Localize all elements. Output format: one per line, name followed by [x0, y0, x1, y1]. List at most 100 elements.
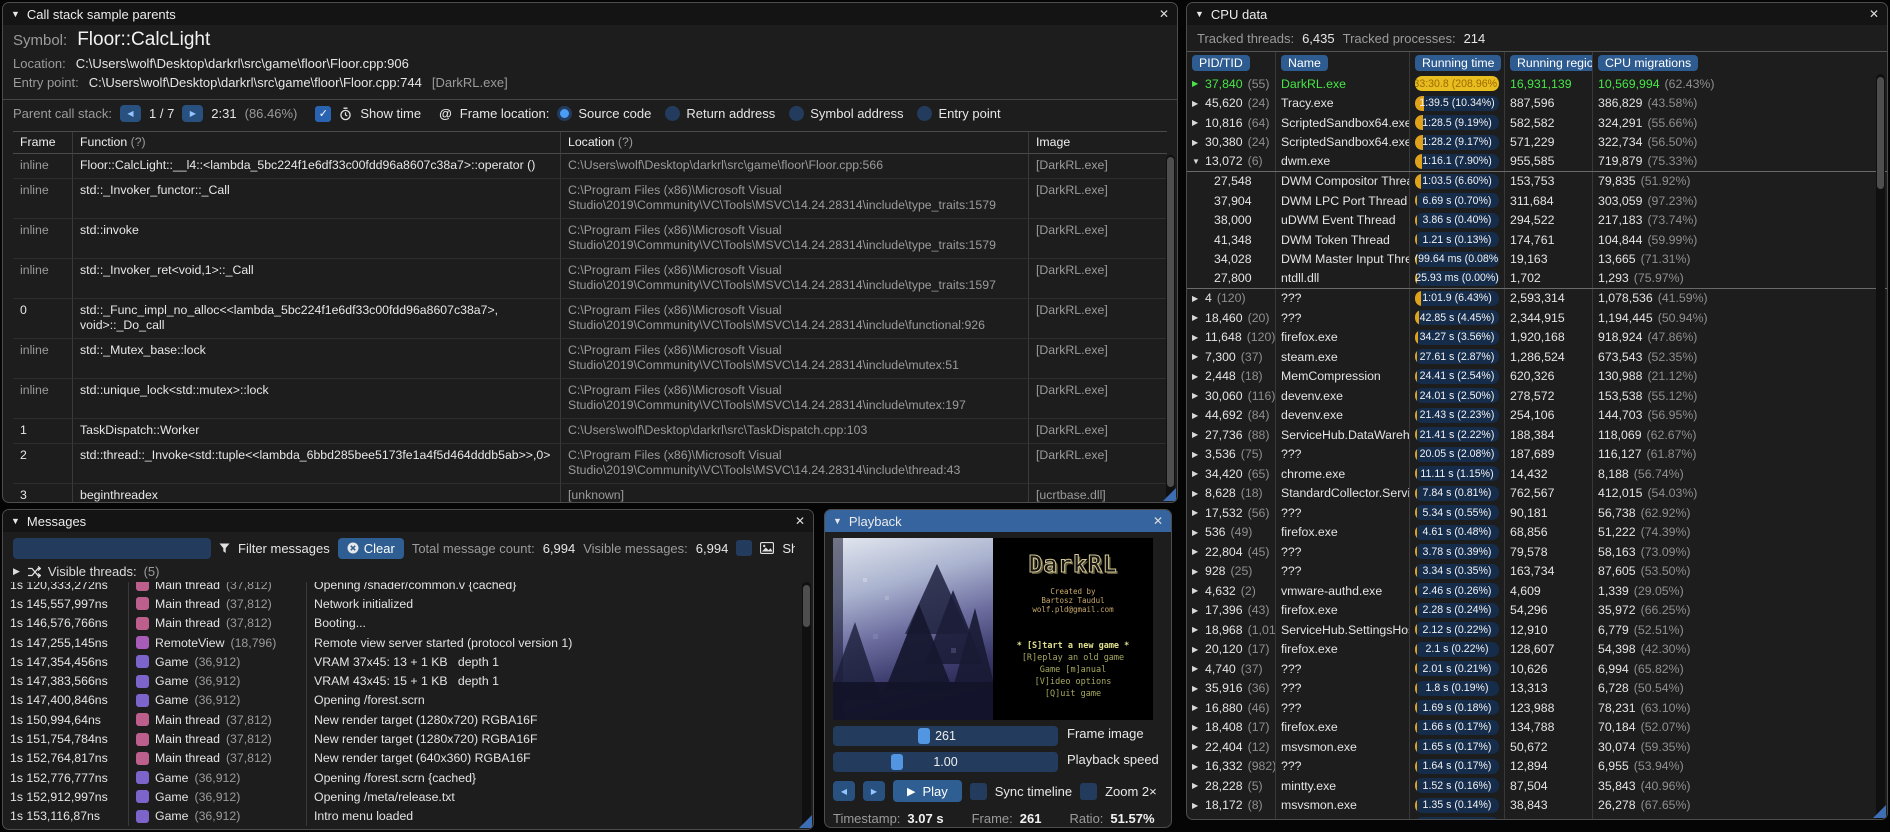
expand-arrow-icon[interactable]: ▶ [1192, 79, 1205, 88]
collapse-icon[interactable]: ▼ [1195, 9, 1204, 19]
expand-arrow-icon[interactable]: ▶ [1192, 723, 1205, 732]
callstack-frame-row[interactable]: 0 std::_Func_impl_no_alloc<<lambda_5bc224… [13, 299, 1167, 339]
cpu-row[interactable]: ▶ 928 (25)??? 3.34 s (0.35%) 163,734 87,605 (5… [1187, 561, 1887, 581]
expand-arrow-icon[interactable]: ▶ [1192, 352, 1205, 361]
cpu-row[interactable]: ▼ 13,072 (6) dwm.exe 1:16.1 (7.90%) 955,585 71… [1187, 152, 1887, 172]
next-frame-button[interactable]: ▶ [863, 781, 885, 801]
cpu-row[interactable]: ▶ 22,804 (45)??? 3.78 s (0.39%) 79,578 58,163… [1187, 542, 1887, 562]
sync-timeline-checkbox[interactable] [969, 782, 987, 800]
resize-grip[interactable] [1873, 805, 1886, 818]
column-header-function[interactable]: Function (?) [73, 132, 561, 154]
callstack-frame-row[interactable]: inline std::_Invoker_functor::_Call C:\Pro… [13, 179, 1167, 219]
column-header-frame[interactable]: Frame [13, 132, 73, 154]
message-row[interactable]: 1s 147,383,566ns Game (36,912) VRAM 43x45: … [3, 671, 813, 691]
cpu-row[interactable]: ▶ 37,840 (55) DarkRL.exe 33:30.8 (208.96%) 16… [1187, 74, 1887, 94]
expand-arrow-icon[interactable]: ▶ [1192, 703, 1205, 712]
callstack-frame-row[interactable]: 1 TaskDispatch::Worker C:\Users\wolf\Deskt… [13, 419, 1167, 444]
filter-input[interactable] [13, 537, 211, 559]
callstack-scrollbar[interactable] [1166, 155, 1175, 499]
cpu-row[interactable]: ▶ 3,536 (75)??? 20.05 s (2.08%) 187,689 116,1… [1187, 444, 1887, 464]
cpu-row[interactable]: ▶ 18,460 (20)??? 42.85 s (4.45%) 2,344,915 1,… [1187, 308, 1887, 328]
cpu-row[interactable]: ▶ 17,532 (56)??? 5.34 s (0.55%) 90,181 56,738… [1187, 503, 1887, 523]
cpu-row[interactable]: ▶ 4,632 (2) vmware-authd.exe 2.46 s (0.26%) 4… [1187, 581, 1887, 601]
expand-arrow-icon[interactable]: ▶ [1192, 294, 1205, 303]
message-row[interactable]: 1s 150,994,64ns Main thread (37,812) New re… [3, 710, 813, 730]
cpu-row[interactable]: ▶ 44,692 (84) devenv.exe 21.43 s (2.23%) 254,… [1187, 405, 1887, 425]
close-icon[interactable]: ✕ [1869, 7, 1879, 21]
next-callstack-button[interactable]: ▶ [182, 105, 204, 122]
cpu-row[interactable]: ▶ 34,420 (65) chrome.exe 11.11 s (1.15%) 14,4… [1187, 464, 1887, 484]
cpu-row[interactable]: ▶ 30,060 (116) devenv.exe 24.01 s (2.50%) 278… [1187, 386, 1887, 406]
cpu-row[interactable]: ▶18,968 (1,018) ServiceHub.SettingsHost.ex… [1187, 620, 1887, 640]
expand-arrow-icon[interactable]: ▶ [1192, 567, 1205, 576]
expand-arrow-icon[interactable]: ▶ [1192, 547, 1205, 556]
callstack-frame-row[interactable]: inline Floor::CalcLight::__l4::<lambda_5b… [13, 154, 1167, 179]
expand-arrow-icon[interactable]: ▶ [1192, 313, 1205, 322]
cpu-row[interactable]: ▶ 10,816 (64) ScriptedSandbox64.exe 1:28.5 (… [1187, 113, 1887, 133]
message-row[interactable]: 1s 147,400,846ns Game (36,912) Opening /for… [3, 690, 813, 711]
expand-arrow-icon[interactable]: ▶ [1192, 333, 1205, 342]
frame-location-radio-return-address[interactable]: Return address [665, 106, 775, 121]
message-row[interactable]: 1s 152,764,817ns Main thread (37,812) New r… [3, 748, 813, 768]
clear-button[interactable]: Clear [337, 537, 404, 559]
cpu-row[interactable]: ▶ 16,332 (982)??? 1.64 s (0.17%) 12,894 6,955… [1187, 756, 1887, 776]
expand-arrow-icon[interactable]: ▶ [1192, 411, 1205, 420]
cpu-row[interactable]: 37,904 DWM LPC Port Thread 6.69 s (0.70%) 3… [1187, 191, 1887, 211]
cpu-row[interactable]: ▶ 30,380 (24) ScriptedSandbox64.exe 1:28.2 (… [1187, 132, 1887, 152]
message-row[interactable]: 1s 146,576,766ns Main thread (37,812) Booti… [3, 613, 813, 633]
callstack-frame-row[interactable]: 2 std::thread::_Invoke<std::tuple<<lambda… [13, 444, 1167, 484]
callstack-frame-row[interactable]: inline std::_Mutex_base::lock C:\Program F… [13, 339, 1167, 379]
slider-handle[interactable] [891, 754, 903, 770]
zoom-2x-checkbox[interactable] [1080, 782, 1098, 800]
cpu-row[interactable]: ▶ 22,404 (12) msvsmon.exe 1.65 s (0.17%) 50,6… [1187, 737, 1887, 757]
collapse-arrow-icon[interactable]: ▼ [1192, 157, 1205, 166]
show-time-checkbox[interactable]: ✓ [315, 105, 332, 122]
cpu-row[interactable]: 41,348 DWM Token Thread 1.21 s (0.13%) 174,… [1187, 230, 1887, 250]
frame-location-radio-entry-point[interactable]: Entry point [917, 106, 1001, 121]
cpu-row[interactable]: ▶ 18,408 (17) firefox.exe 1.66 s (0.17%) 134,… [1187, 717, 1887, 737]
close-icon[interactable]: ✕ [795, 514, 805, 528]
cpu-row[interactable]: 38,000 uDWM Event Thread 3.86 s (0.40%) 294… [1187, 210, 1887, 230]
column-header-image[interactable]: Image [1029, 132, 1167, 154]
cpu-row[interactable]: ▶ 16,880 (46)??? 1.69 s (0.18%) 123,988 78,23… [1187, 698, 1887, 718]
cpu-row[interactable]: ▶ 17,396 (43) firefox.exe 2.28 s (0.24%) 54,2… [1187, 600, 1887, 620]
expand-arrow-icon[interactable]: ▶ [1192, 606, 1205, 615]
cpu-row[interactable]: ▶8,628 (18) StandardCollector.Service.exe 7… [1187, 483, 1887, 503]
callstack-frame-row[interactable]: 3 beginthreadex [unknown] [ucrtbase.dll] [13, 484, 1167, 502]
expand-arrow-icon[interactable]: ▶ [1192, 801, 1205, 810]
scrollbar-thumb[interactable] [803, 585, 810, 627]
expand-arrow-icon[interactable]: ▶ [1192, 372, 1205, 381]
expand-arrow-icon[interactable]: ▶ [1192, 625, 1205, 634]
cpu-row[interactable]: ▶ 20,120 (17) firefox.exe 2.1 s (0.22%) 128,6… [1187, 639, 1887, 659]
prev-callstack-button[interactable]: ◀ [120, 105, 141, 122]
expand-arrow-icon[interactable]: ▶ [1192, 586, 1205, 595]
column-header-running-regions[interactable]: Running regions [1510, 55, 1592, 71]
resize-grip[interactable] [1163, 488, 1176, 501]
close-icon[interactable]: ✕ [1153, 514, 1163, 528]
column-header-pid-tid[interactable]: PID/TID [1192, 55, 1250, 71]
frame-image-slider[interactable]: 261 [833, 726, 1058, 746]
column-header-location[interactable]: Location (?) [561, 132, 1029, 154]
cpu-row[interactable]: ▶ 28,228 (5) mintty.exe 1.52 s (0.16%) 87,504… [1187, 776, 1887, 796]
cpu-row[interactable]: ▶27,736 (88) ServiceHub.DataWarehouseHost.… [1187, 425, 1887, 445]
message-row[interactable]: 1s 120,333,272ns Main thread (37,812) Openi… [3, 582, 813, 595]
callstack-frame-row[interactable]: inline std::unique_lock<std::mutex>::lock… [13, 379, 1167, 419]
expand-arrow-icon[interactable]: ▶ [1192, 684, 1205, 693]
expand-arrow-icon[interactable]: ▶ [1192, 528, 1205, 537]
show-images-checkbox[interactable] [736, 540, 753, 556]
expand-arrow-icon[interactable]: ▶ [1192, 664, 1205, 673]
slider-handle[interactable] [918, 728, 930, 744]
message-row[interactable]: 1s 147,354,456ns Game (36,912) VRAM 37x45: … [3, 652, 813, 672]
message-row[interactable]: 1s 147,255,145ns RemoteView (18,796) Remote… [3, 632, 813, 653]
expand-arrow-icon[interactable]: ▶ [1192, 99, 1205, 108]
expand-arrow-icon[interactable]: ▶ [1192, 508, 1205, 517]
frame-location-radio-source-code[interactable]: Source code [557, 106, 651, 121]
expand-arrow-icon[interactable]: ▶ [1192, 489, 1205, 498]
visible-threads-row[interactable]: ▶ Visible threads: (5) [3, 562, 813, 581]
collapse-icon[interactable]: ▼ [833, 516, 842, 526]
message-row[interactable]: 1s 152,912,997ns Game (36,912) Opening /met… [3, 787, 813, 807]
expand-arrow-icon[interactable]: ▶ [1192, 450, 1205, 459]
cpu-row[interactable]: ▶ 18,172 (8) msvsmon.exe 1.35 s (0.14%) 38,84… [1187, 795, 1887, 815]
prev-frame-button[interactable]: ◀ [833, 781, 855, 801]
column-header-cpu-migrations[interactable]: CPU migrations [1598, 55, 1699, 71]
